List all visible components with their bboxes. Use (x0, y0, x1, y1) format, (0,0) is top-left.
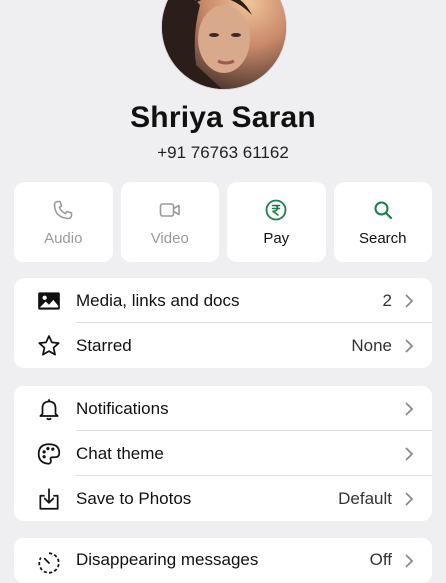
video-call-button[interactable]: Video (120, 182, 219, 262)
download-icon (39, 487, 59, 510)
bell-icon (39, 398, 59, 420)
chevron-right-icon (405, 554, 414, 568)
starred-label: Starred (76, 335, 132, 355)
timer-icon (38, 552, 60, 574)
contact-avatar[interactable] (161, 0, 287, 90)
disappearing-messages-value: Off (369, 550, 392, 569)
search-icon (374, 201, 392, 219)
rupee-icon (265, 199, 287, 220)
media-label: Media, links and docs (76, 290, 240, 310)
contact-phone[interactable]: +91 76763 61162 (0, 143, 446, 163)
notifications-row[interactable]: Notifications (14, 386, 432, 431)
video-label: Video (150, 229, 189, 247)
chevron-right-icon (405, 338, 414, 353)
pay-label: Pay (263, 229, 290, 247)
chevron-right-icon (405, 491, 414, 506)
notifications-label: Notifications (76, 398, 169, 418)
search-label: Search (358, 229, 407, 247)
palette-icon (37, 442, 61, 465)
starred-row[interactable]: Starred None (14, 323, 432, 368)
image-icon (38, 291, 60, 310)
audio-label: Audio (44, 229, 83, 247)
save-to-photos-row[interactable]: Save to Photos Default (14, 476, 432, 521)
star-icon (38, 334, 60, 356)
settings-section: Notifications Chat theme Save to Photos … (14, 386, 432, 521)
media-section: Media, links and docs 2 Starred None (14, 278, 432, 368)
save-to-photos-label: Save to Photos (76, 488, 192, 508)
starred-value: None (351, 335, 392, 355)
search-button[interactable]: Search (333, 182, 432, 262)
media-count: 2 (382, 290, 392, 310)
save-to-photos-value: Default (338, 488, 392, 508)
chevron-right-icon (405, 293, 414, 308)
audio-call-button[interactable]: Audio (14, 182, 113, 262)
avatar-photo (162, 0, 286, 89)
contact-name: Shriya Saran (130, 101, 316, 134)
chevron-right-icon (405, 401, 414, 416)
disappearing-messages-label: Disappearing messages (76, 550, 259, 569)
chat-theme-row[interactable]: Chat theme (14, 431, 432, 476)
quick-actions: Audio Video Pay Search (14, 182, 432, 262)
media-links-docs-row[interactable]: Media, links and docs 2 (14, 278, 432, 323)
chat-theme-label: Chat theme (76, 443, 164, 463)
video-icon (159, 202, 180, 217)
phone-icon (53, 200, 73, 219)
chevron-right-icon (405, 446, 414, 461)
pay-button[interactable]: Pay (227, 182, 326, 262)
